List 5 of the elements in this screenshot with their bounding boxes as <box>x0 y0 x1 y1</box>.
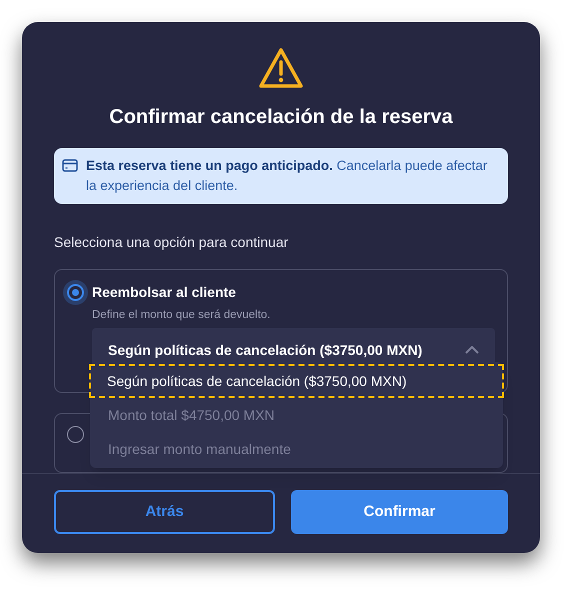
dialog-title: Confirmar cancelación de la reserva <box>108 105 454 130</box>
prompt-text: Selecciona una opción para continuar <box>54 233 290 252</box>
notice-text: Esta reserva tiene un pago anticipado. Cancelarla puede afectar la experiencia del cliente. <box>86 157 488 195</box>
option-label: Reembolsar al cliente <box>92 283 236 302</box>
option-description: Define el monto que será devuelto. <box>92 308 272 323</box>
